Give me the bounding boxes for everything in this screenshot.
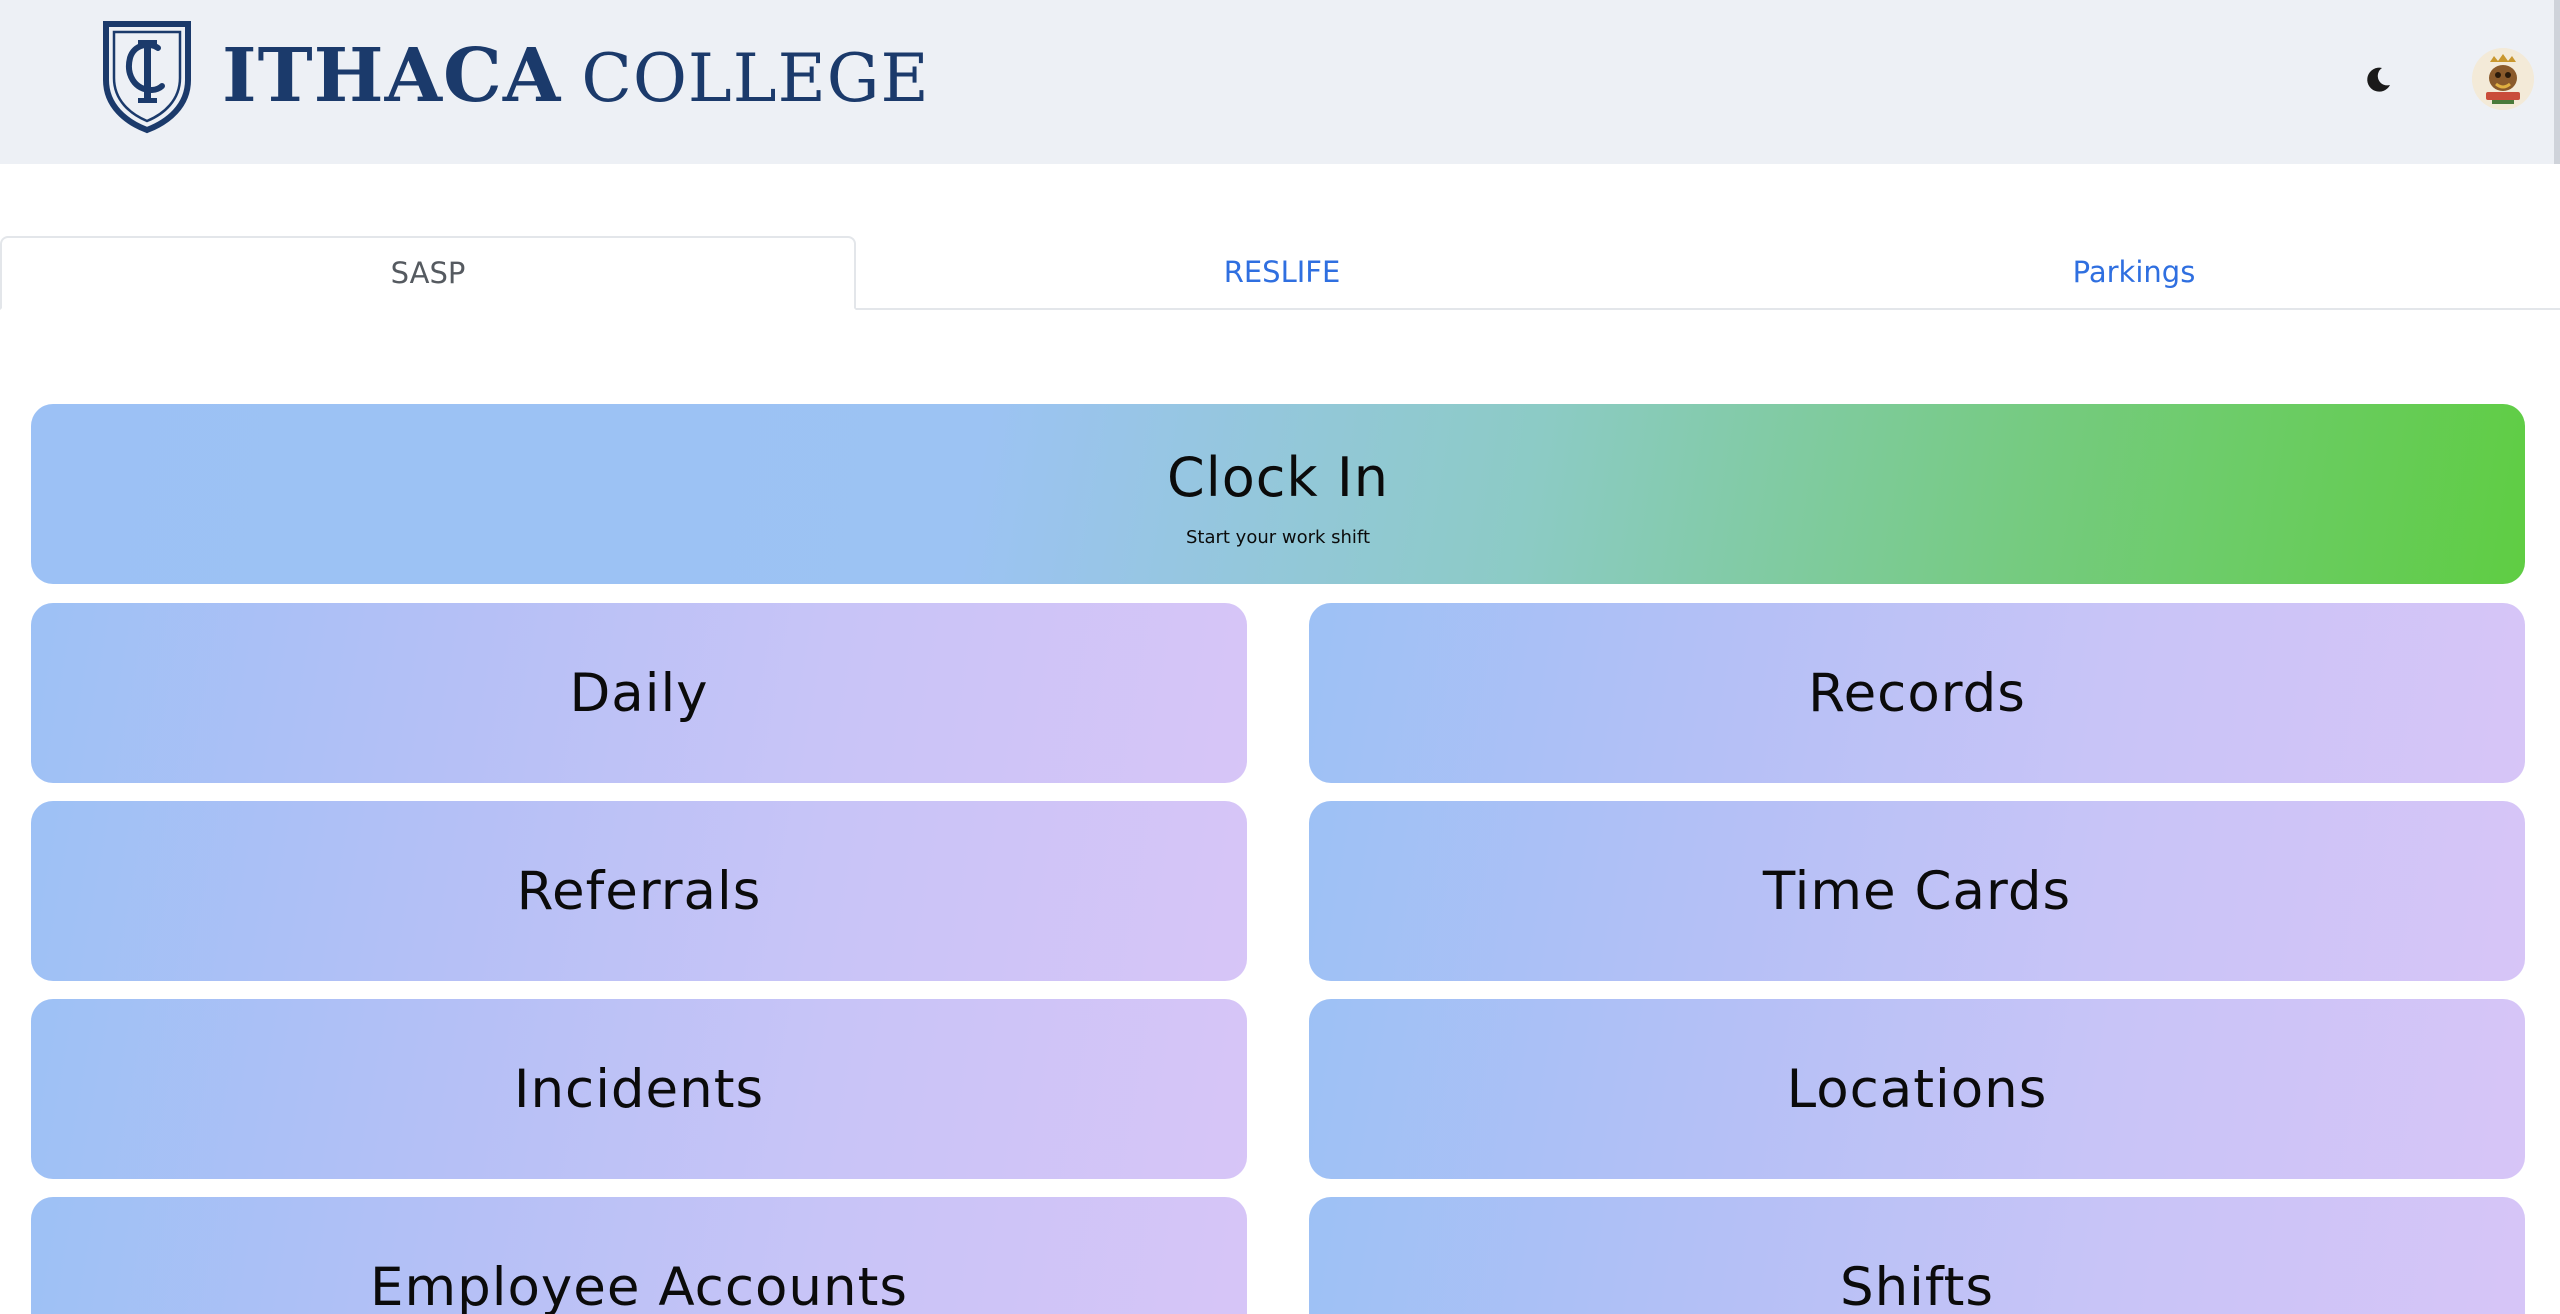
tab-parkings[interactable]: Parkings: [1708, 236, 2560, 308]
daily-label: Daily: [569, 662, 709, 724]
time-cards-button[interactable]: Time Cards: [1309, 801, 2525, 981]
referrals-button[interactable]: Referrals: [31, 801, 1247, 981]
logo-word-ithaca: ITHACA: [222, 33, 562, 119]
records-button[interactable]: Records: [1309, 603, 2525, 783]
logo-word-college: COLLEGE: [581, 40, 930, 117]
clock-in-subtitle: Start your work shift: [1185, 527, 1371, 548]
shifts-label: Shifts: [1839, 1256, 1995, 1314]
clock-in-label: Clock In: [1166, 446, 1390, 509]
top-header: ITHACA COLLEGE: [0, 0, 2560, 164]
moon-icon: [2367, 67, 2390, 92]
time-cards-label: Time Cards: [1762, 860, 2072, 922]
theme-toggle-button[interactable]: [2358, 60, 2398, 100]
page: ITHACA COLLEGE SASP RESLIFE Parkings Clo…: [0, 0, 2560, 1314]
incidents-button[interactable]: Incidents: [31, 999, 1247, 1179]
scrollbar[interactable]: [2554, 0, 2560, 164]
locations-label: Locations: [1786, 1058, 2048, 1120]
shifts-button[interactable]: Shifts: [1309, 1197, 2525, 1314]
daily-button[interactable]: Daily: [31, 603, 1247, 783]
tab-reslife[interactable]: RESLIFE: [856, 236, 1708, 308]
ithaca-college-logo[interactable]: ITHACA COLLEGE: [100, 18, 930, 134]
user-avatar[interactable]: [2472, 48, 2534, 110]
locations-button[interactable]: Locations: [1309, 999, 2525, 1179]
records-label: Records: [1808, 662, 2026, 724]
incidents-label: Incidents: [513, 1058, 765, 1120]
tab-sasp[interactable]: SASP: [0, 236, 856, 310]
employee-accounts-button[interactable]: Employee Accounts: [31, 1197, 1247, 1314]
employee-accounts-label: Employee Accounts: [370, 1256, 908, 1314]
referrals-label: Referrals: [516, 860, 762, 922]
tab-bar: SASP RESLIFE Parkings: [0, 236, 2560, 310]
logo-wordmark: ITHACA COLLEGE: [222, 39, 930, 113]
avatar-emblem-icon: [2472, 48, 2534, 110]
clock-in-button[interactable]: Clock In Start your work shift: [31, 404, 2525, 584]
crest-icon: [103, 21, 191, 134]
